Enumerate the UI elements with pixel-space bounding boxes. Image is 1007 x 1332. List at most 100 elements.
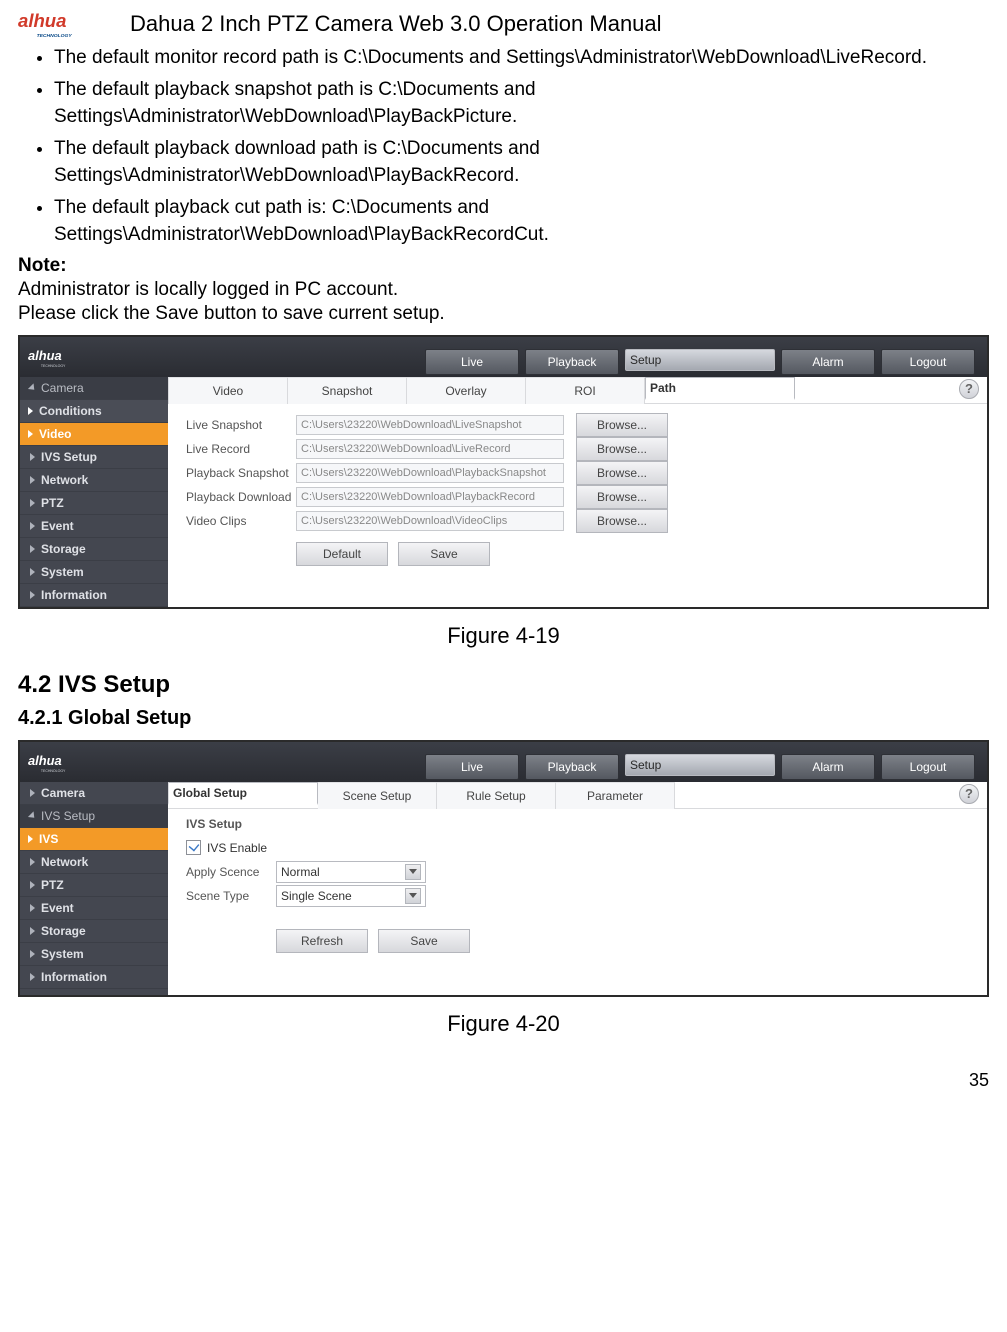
path-label: Live Snapshot [186,418,296,432]
sidebar-item-camera[interactable]: Camera [20,782,168,805]
browse-button[interactable]: Browse... [576,485,668,509]
tab-roi[interactable]: ROI [526,377,645,404]
help-icon[interactable]: ? [959,784,979,804]
apply-scene-row: Apply Scence Normal [186,861,969,883]
scene-type-row: Scene Type Single Scene [186,885,969,907]
figure-caption: Figure 4-19 [18,623,989,649]
svg-text:TECHNOLOGY: TECHNOLOGY [41,364,66,368]
app-topbar: alhuaTECHNOLOGY Live Playback Setup Alar… [20,742,987,782]
browse-button[interactable]: Browse... [576,509,668,533]
page-header: alhuaTECHNOLOGY Dahua 2 Inch PTZ Camera … [18,10,989,38]
scene-type-select[interactable]: Single Scene [276,885,426,907]
tab-global-setup[interactable]: Global Setup [168,782,318,805]
nav-playback-button[interactable]: Playback [525,754,619,780]
nav-setup-button[interactable]: Setup [625,349,775,371]
path-input[interactable]: C:\Users\23220\WebDownload\PlaybackRecor… [296,487,564,507]
list-item: The default monitor record path is C:\Do… [54,44,989,72]
path-input[interactable]: C:\Users\23220\WebDownload\LiveSnapshot [296,415,564,435]
note-heading: Note: [18,255,989,277]
apply-scene-select[interactable]: Normal [276,861,426,883]
sidebar-item-ptz[interactable]: PTZ [20,874,168,897]
tab-overlay[interactable]: Overlay [407,377,526,404]
sidebar-item-conditions[interactable]: Conditions [20,400,168,423]
nav-alarm-button[interactable]: Alarm [781,754,875,780]
brand-logo-icon: alhuaTECHNOLOGY [18,10,118,38]
path-input[interactable]: C:\Users\23220\WebDownload\PlaybackSnaps… [296,463,564,483]
sidebar-item-system[interactable]: System [20,561,168,584]
path-row: Playback Download C:\Users\23220\WebDown… [186,486,969,508]
subsection-heading: 4.2.1 Global Setup [18,707,989,730]
scene-type-label: Scene Type [186,889,276,903]
sidebar-item-event[interactable]: Event [20,897,168,920]
note-line: Administrator is locally logged in PC ac… [18,279,989,301]
chevron-down-icon [405,864,421,880]
path-row: Live Record C:\Users\23220\WebDownload\L… [186,438,969,460]
app-topbar: alhuaTECHNOLOGY Live Playback Setup Alar… [20,337,987,377]
enable-row: IVS Enable [186,837,969,859]
sidebar-item-information[interactable]: Information [20,584,168,607]
screenshot-path-settings: alhuaTECHNOLOGY Live Playback Setup Alar… [18,335,989,609]
section-title: IVS Setup [186,817,969,831]
tab-path[interactable]: Path [645,377,795,400]
sidebar-nav: Camera Conditions Video IVS Setup Networ… [20,377,168,607]
apply-scene-value: Normal [281,865,320,879]
sidebar-item-event[interactable]: Event [20,515,168,538]
svg-text:TECHNOLOGY: TECHNOLOGY [41,769,66,773]
nav-logout-button[interactable]: Logout [881,349,975,375]
sidebar-item-system[interactable]: System [20,943,168,966]
apply-scene-label: Apply Scence [186,865,276,879]
sidebar-nav: Camera IVS Setup IVS Network PTZ Event S… [20,782,168,995]
chevron-down-icon [405,888,421,904]
path-row: Live Snapshot C:\Users\23220\WebDownload… [186,414,969,436]
page-title: Dahua 2 Inch PTZ Camera Web 3.0 Operatio… [130,11,662,37]
path-row: Video Clips C:\Users\23220\WebDownload\V… [186,510,969,532]
content-tabs: Global Setup Scene Setup Rule Setup Para… [168,782,987,809]
sidebar-item-network[interactable]: Network [20,469,168,492]
save-button[interactable]: Save [398,542,490,566]
nav-live-button[interactable]: Live [425,349,519,375]
refresh-button[interactable]: Refresh [276,929,368,953]
path-input[interactable]: C:\Users\23220\WebDownload\VideoClips [296,511,564,531]
sidebar-item-storage[interactable]: Storage [20,920,168,943]
sidebar-item-ivs-setup[interactable]: IVS Setup [20,446,168,469]
tab-scene-setup[interactable]: Scene Setup [318,782,437,809]
sidebar-item-ivs[interactable]: IVS [20,828,168,851]
save-button[interactable]: Save [378,929,470,953]
sidebar-item-information[interactable]: Information [20,966,168,989]
path-input[interactable]: C:\Users\23220\WebDownload\LiveRecord [296,439,564,459]
path-row: Playback Snapshot C:\Users\23220\WebDown… [186,462,969,484]
list-item: The default playback cut path is: C:\Doc… [54,194,989,249]
bullet-list: The default monitor record path is C:\Do… [54,44,989,249]
svg-text:alhua: alhua [28,348,62,363]
sidebar-item-camera[interactable]: Camera [20,377,168,400]
sidebar-item-video[interactable]: Video [20,423,168,446]
sidebar-item-storage[interactable]: Storage [20,538,168,561]
browse-button[interactable]: Browse... [576,437,668,461]
svg-text:TECHNOLOGY: TECHNOLOGY [37,33,73,38]
browse-button[interactable]: Browse... [576,461,668,485]
help-icon[interactable]: ? [959,379,979,399]
tab-parameter[interactable]: Parameter [556,782,675,809]
tab-video[interactable]: Video [168,377,288,404]
nav-setup-button[interactable]: Setup [625,754,775,776]
tab-rule-setup[interactable]: Rule Setup [437,782,556,809]
ivs-enable-checkbox[interactable] [186,840,201,855]
nav-logout-button[interactable]: Logout [881,754,975,780]
section-heading: 4.2 IVS Setup [18,671,989,699]
nav-alarm-button[interactable]: Alarm [781,349,875,375]
path-label: Video Clips [186,514,296,528]
svg-text:alhua: alhua [28,753,62,768]
path-label: Playback Download [186,490,296,504]
sidebar-item-network[interactable]: Network [20,851,168,874]
brand-logo-icon: alhuaTECHNOLOGY [28,752,110,782]
content-tabs: Video Snapshot Overlay ROI Path ? [168,377,987,404]
sidebar-item-ptz[interactable]: PTZ [20,492,168,515]
figure-caption: Figure 4-20 [18,1011,989,1037]
brand-logo-icon: alhuaTECHNOLOGY [28,347,110,377]
browse-button[interactable]: Browse... [576,413,668,437]
tab-snapshot[interactable]: Snapshot [288,377,407,404]
nav-live-button[interactable]: Live [425,754,519,780]
nav-playback-button[interactable]: Playback [525,349,619,375]
default-button[interactable]: Default [296,542,388,566]
sidebar-item-ivs-setup[interactable]: IVS Setup [20,805,168,828]
